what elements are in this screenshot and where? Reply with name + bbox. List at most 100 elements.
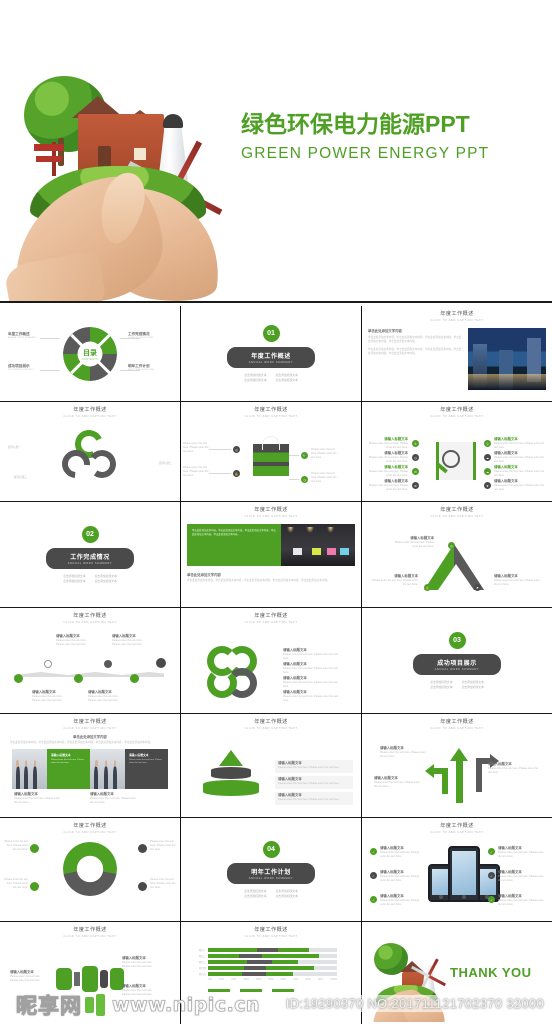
slide-subtitle: CLICK TO ADD CAPTION TEXT xyxy=(63,726,117,730)
check-icon: ✓ xyxy=(488,848,495,855)
arrow-left-green-icon xyxy=(425,764,448,794)
section-title-pill: 明年工作计划 ANNUAL WORK SUMMARY xyxy=(226,863,316,884)
bar-category: 项目三 xyxy=(198,961,206,964)
slide-office-photo[interactable]: 年度工作概述 CLICK TO ADD CAPTION TEXT 单击此处添加文… xyxy=(181,502,361,608)
bag-label: Please enter the text here. Please enter… xyxy=(311,448,337,460)
list-label: 请输入标题文本 Please enter the text here. Pleas… xyxy=(494,465,545,478)
slide-title: 年度工作概述 xyxy=(254,407,288,413)
slide-photo-people[interactable]: 年度工作概述 CLICK TO ADD CAPTION TEXT 单击此处添加文… xyxy=(0,714,180,818)
watermark-site-cn: 昵享网 xyxy=(16,994,82,1019)
cover-divider xyxy=(0,301,552,303)
text-paragraph: 单击此处添加文本内容，单击此处添加文本内容，单击此处添加文本内容，单击此处添加文… xyxy=(368,336,462,344)
bar-row: 项目二 xyxy=(197,954,337,958)
donut-node-icon xyxy=(30,844,39,853)
bar-chart-plot: 项目一 项目二 项目三 项目四 项目五 0% 10% 20% 30% 40% 5… xyxy=(197,948,337,993)
arrow-label: 请输入标题文本 Please enter the text here. Pleas… xyxy=(374,776,420,789)
thank-you-text: THANK YOU xyxy=(450,964,532,980)
node-icon xyxy=(156,658,166,668)
contents-title-cn: 目录 xyxy=(83,349,97,357)
slide-title: 年度工作概述 xyxy=(440,823,474,829)
section-bullets: 点击添加标题文本 点击添加标题文本 点击添加标题文本 点击添加标题文本 xyxy=(430,680,484,689)
bar-axis-ticks: 0% 10% 20% 30% 40% 50% 60% 70% 80% 90% 100% xyxy=(208,978,337,981)
signpost-icon xyxy=(34,142,64,176)
slide-phones-showcase[interactable]: 年度工作概述 CLICK TO ADD CAPTION TEXT ✓ ✓ ✓ ✓… xyxy=(362,818,552,922)
bullseye-icon: ◎ xyxy=(448,542,455,549)
watermark-id-line: ID:19290370 NO:201711121702370 32000 xyxy=(281,995,548,1012)
slide-section-01[interactable]: 01 年度工作概述 ANNUAL WORK SUMMARY 点击添加标题文本 点击… xyxy=(181,306,361,402)
section-title-pill: 工作完成情况 ANNUAL WORK SUMMARY xyxy=(45,548,135,569)
cycle-label-3: 循环标题三 xyxy=(14,476,27,479)
timeline-caption: 请输入标题文本 Please enter the text here. Pleas… xyxy=(32,690,63,703)
photo-heading: 单击此处添加文字内容 xyxy=(73,735,107,739)
slide-bag-diagram[interactable]: 年度工作概述 CLICK TO ADD CAPTION TEXT ◎ 🔒 🔍 ◷… xyxy=(181,402,361,502)
donut-node-icon xyxy=(138,844,147,853)
cloud-icon: ☁ xyxy=(484,454,491,461)
phone-icon: ✆ xyxy=(412,440,419,447)
slide-subtitle: CLICK TO ADD CAPTION TEXT xyxy=(430,414,484,418)
donut-label: Please enter the text here. Please enter… xyxy=(4,878,28,890)
slide-cone-diagram[interactable]: 年度工作概述 CLICK TO ADD CAPTION TEXT 请输入标题文本… xyxy=(181,714,361,818)
bullseye-icon: ◎ xyxy=(233,446,240,453)
slide-text-city[interactable]: 年度工作概述 CLICK TO ADD CAPTION TEXT 单击此处添加文… xyxy=(362,306,552,402)
donut-label: Please enter the text here. Please enter… xyxy=(150,840,176,852)
slide-cycle-diagram[interactable]: 年度工作概述 CLICK TO ADD CAPTION TEXT 循环标题一 循… xyxy=(0,402,180,502)
bar-category: 项目五 xyxy=(198,973,206,976)
contents-label-2: 工作完成情况 COMPLETION OF WORK xyxy=(128,332,154,339)
slide-zigzag-timeline[interactable]: 年度工作概述 CLICK TO ADD CAPTION TEXT 请输入标题文本… xyxy=(0,608,180,714)
slide-title: 年度工作概述 xyxy=(254,507,288,513)
green-block-text: 单击此处添加文本内容，单击此处添加文本内容，单击此处添加文本内容，单击此处添加文… xyxy=(192,529,276,536)
slide-title: 年度工作概述 xyxy=(440,719,474,725)
interlock-label: 请输入标题文本 Please enter the text here. Pleas… xyxy=(283,690,338,703)
slide-subtitle: CLICK TO ADD CAPTION TEXT xyxy=(430,726,484,730)
slide-subtitle: CLICK TO ADD CAPTION TEXT xyxy=(430,514,484,518)
search-icon: 🔍 xyxy=(301,452,308,459)
slide-section-03[interactable]: 03 成功项目展示 ANNUAL WORK SUMMARY 点击添加标题文本 点击… xyxy=(362,608,552,714)
gear-label: 请输入标题文本 Please enter the text here. Pleas… xyxy=(122,956,153,969)
slide-interlock-diagram[interactable]: 年度工作概述 CLICK TO ADD CAPTION TEXT 请输入标题文本… xyxy=(181,608,361,714)
contents-title-en: CONTENTS xyxy=(81,357,99,361)
slide-subtitle: CLICK TO ADD CAPTION TEXT xyxy=(430,318,484,322)
slide-subtitle: CLICK TO ADD CAPTION TEXT xyxy=(63,620,117,624)
slide-contents[interactable]: 目录 CONTENTS 年度工作概述 ANNUAL WORK SUMMARY 工作… xyxy=(0,306,180,402)
phone-label: 请输入标题文本 Please enter the text here. Pleas… xyxy=(498,846,544,859)
section-title-pill: 年度工作概述 ANNUAL WORK SUMMARY xyxy=(226,347,316,368)
cover-text-block: 绿色环保电力能源PPT GREEN POWER ENERGY PPT xyxy=(241,111,489,163)
slide-section-04[interactable]: 04 明年工作计划 ANNUAL WORK SUMMARY 点击添加标题文本 点击… xyxy=(181,818,361,922)
watermark-logo: 昵享网 www.nipic.cn xyxy=(16,992,261,1019)
slide-subtitle: CLICK TO ADD CAPTION TEXT xyxy=(430,830,484,834)
donut-chart-icon xyxy=(63,842,117,896)
nipic-mark-icon xyxy=(85,993,109,1017)
section-number: 04 xyxy=(262,841,280,858)
slide-subtitle: CLICK TO ADD CAPTION TEXT xyxy=(63,934,117,938)
slide-donut-diagram[interactable]: 年度工作概述 CLICK TO ADD CAPTION TEXT Please … xyxy=(0,818,180,922)
phone-label: 请输入标题文本 Please enter the text here. Pleas… xyxy=(380,870,420,883)
bar-row: 项目三 xyxy=(197,960,337,964)
leader-line xyxy=(40,370,60,371)
slide-triangle-diagram[interactable]: 年度工作概述 CLICK TO ADD CAPTION TEXT ◎ 🔒 ⚑ 请… xyxy=(362,502,552,608)
bar-row: 项目四 xyxy=(197,966,337,970)
watermark-site-url: www.nipic.cn xyxy=(112,994,261,1017)
contents-ring: 目录 CONTENTS xyxy=(63,327,117,381)
list-label: 请输入标题文本 Please enter the text here. Pleas… xyxy=(368,479,408,492)
slide-title: 年度工作概述 xyxy=(73,823,107,829)
office-paragraph: 单击此处添加文本内容，单击此处添加文本内容，单击此处添加文本内容，单击此处添加文… xyxy=(187,579,330,582)
cycle-label-2: 循环标题二 xyxy=(159,462,172,465)
contents-label-4: 明年工作计划 NEXT YEAR WORK PLAN xyxy=(128,364,155,371)
slide-subtitle: CLICK TO ADD CAPTION TEXT xyxy=(63,414,117,418)
dark-caption-text: Please enter the text here. Please enter… xyxy=(129,759,162,765)
bar-category: 项目四 xyxy=(198,967,206,970)
bag-label: Please enter the text here. Please enter… xyxy=(183,442,209,454)
interlock-label: 请输入标题文本 Please enter the text here. Pleas… xyxy=(283,662,338,675)
lock-icon: 🔒 xyxy=(233,470,240,477)
leader-line xyxy=(209,449,231,450)
slide-title: 年度工作概述 xyxy=(254,719,288,725)
leader-line xyxy=(289,479,299,480)
slide-arrows-diagram[interactable]: 年度工作概述 CLICK TO ADD CAPTION TEXT 请输入标题文本… xyxy=(362,714,552,818)
slide-magnifier-list[interactable]: 年度工作概述 CLICK TO ADD CAPTION TEXT ✆ ◷ ✉ ⚙… xyxy=(362,402,552,502)
list-label: 请输入标题文本 Please enter the text here. Pleas… xyxy=(368,451,408,464)
interlock-label: 请输入标题文本 Please enter the text here. Pleas… xyxy=(283,676,338,689)
node-icon xyxy=(14,674,23,683)
phone-label: 请输入标题文本 Please enter the text here. Pleas… xyxy=(498,894,544,907)
slide-section-02[interactable]: 02 工作完成情况 ANNUAL WORK SUMMARY 点击添加标题文本 点击… xyxy=(0,502,180,608)
contents-label-3: 成功项目展示 SUCCESSFUL PROJECT xyxy=(8,364,34,371)
